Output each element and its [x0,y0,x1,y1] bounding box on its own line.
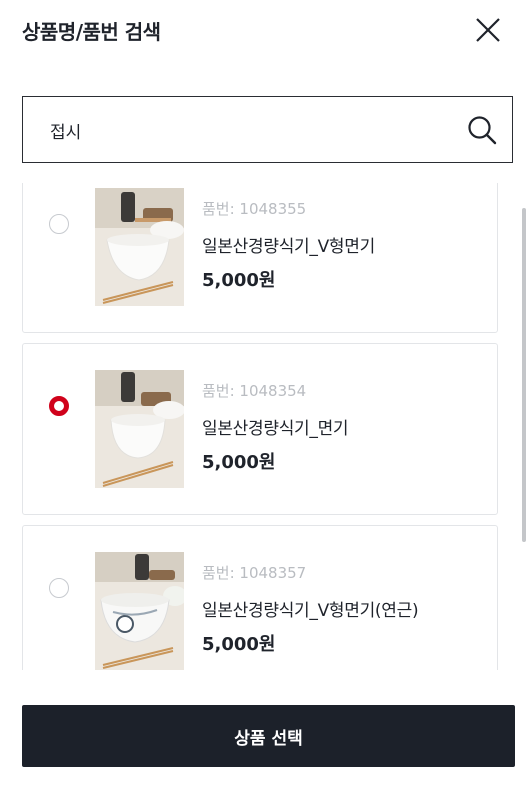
search-input[interactable] [50,117,450,143]
product-name: 일본산경량식기_V형면기 [202,237,375,257]
product-price: 5,000원 [202,270,276,291]
list-scrollbar[interactable] [522,208,526,542]
product-name: 일본산경량식기_V형면기(연근) [202,601,419,621]
product-radio[interactable] [49,578,69,598]
product-code: 품번: 1048354 [202,382,307,400]
product-thumbnail [95,370,184,488]
product-list: 품번: 1048355 일본산경량식기_V형면기 5,000원 품번: 1048… [0,183,528,670]
product-name: 일본산경량식기_면기 [202,419,349,439]
close-button[interactable] [472,14,504,46]
search-button[interactable] [466,114,498,146]
product-price: 5,000원 [202,452,276,473]
product-radio[interactable] [49,396,69,416]
product-card[interactable]: 품번: 1048355 일본산경량식기_V형면기 5,000원 [22,183,498,333]
product-thumbnail [95,188,184,306]
product-code: 품번: 1048355 [202,200,307,218]
product-code: 품번: 1048357 [202,564,307,582]
product-card[interactable]: 품번: 1048354 일본산경량식기_면기 5,000원 [22,343,498,515]
page-title: 상품명/품번 검색 [22,20,161,44]
product-radio[interactable] [49,214,69,234]
modal-header: 상품명/품번 검색 [0,0,528,64]
select-product-button[interactable]: 상품 선택 [22,705,515,767]
close-icon [476,18,500,42]
search-box [22,96,513,163]
product-price: 5,000원 [202,634,276,655]
product-thumbnail [95,552,184,670]
search-icon [468,116,497,145]
product-card[interactable]: 품번: 1048357 일본산경량식기_V형면기(연근) 5,000원 [22,525,498,670]
